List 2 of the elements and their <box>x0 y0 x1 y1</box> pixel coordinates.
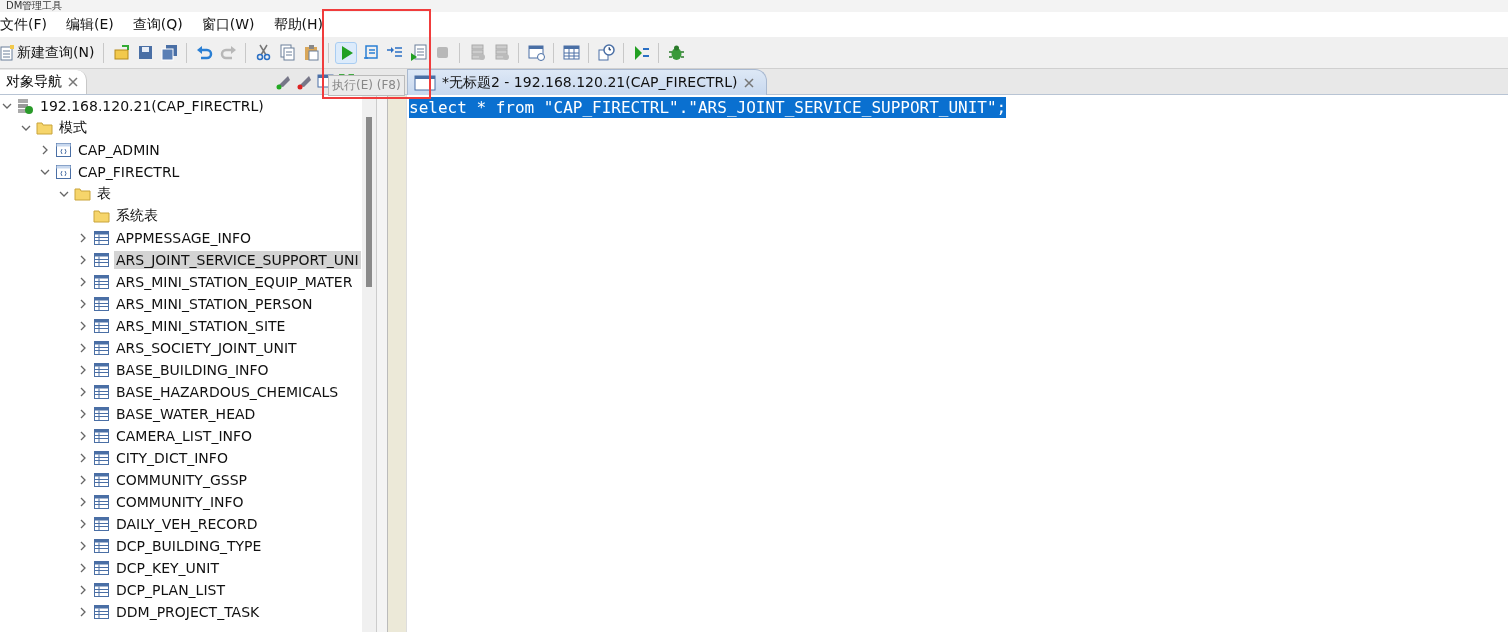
tooltip: 执行(E) (F8) <box>328 75 405 96</box>
window-title: DM管理工具 <box>0 0 1508 12</box>
